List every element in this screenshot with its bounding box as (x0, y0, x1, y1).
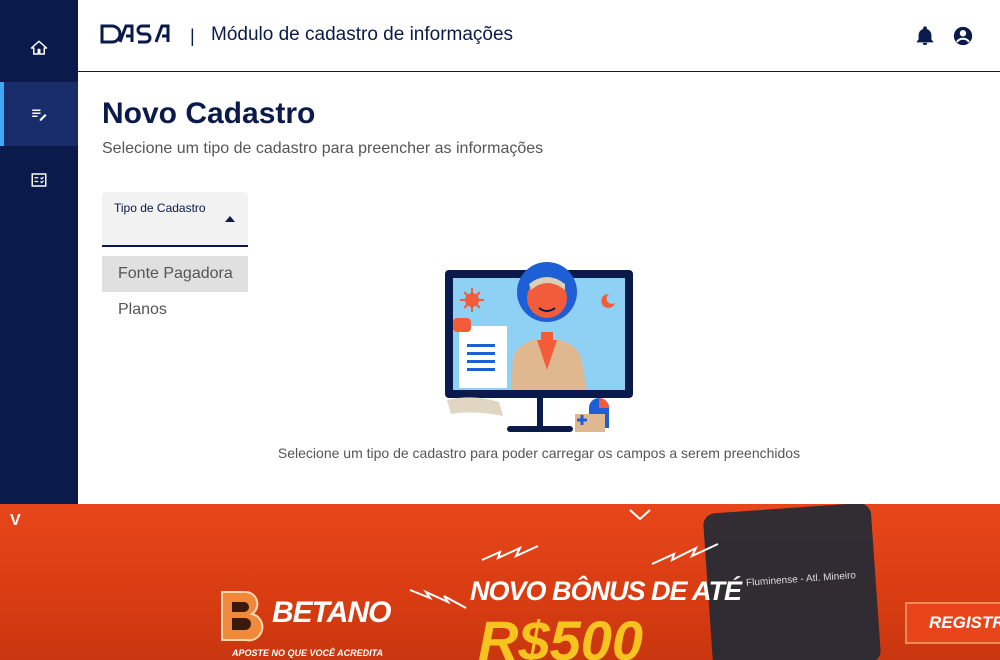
dasa-logo (100, 24, 170, 44)
edit-list-icon (32, 109, 47, 121)
sidebar-item-new-register[interactable] (0, 82, 78, 146)
ad-register-button[interactable]: REGISTRE (905, 602, 1000, 644)
bell-icon[interactable] (914, 25, 936, 47)
ad-banner[interactable]: V Fluminense - Atl. Mineiro BETANO APOST… (0, 504, 1000, 660)
home-icon (30, 40, 48, 55)
ad-headline: NOVO BÔNUS DE ATÉ (470, 576, 742, 606)
account-icon[interactable] (952, 25, 974, 47)
betano-logo-icon (221, 591, 264, 642)
option-fonte-pagadora[interactable]: Fonte Pagadora (102, 256, 248, 292)
sidebar (0, 0, 78, 504)
sidebar-item-registers[interactable] (0, 148, 78, 212)
ad-amount: R$500 (478, 609, 644, 660)
lightning-icon (409, 589, 467, 609)
ad-badge: V (10, 512, 21, 529)
page-title: Novo Cadastro (102, 97, 316, 130)
page-subtitle: Selecione um tipo de cadastro para preen… (102, 140, 544, 157)
lightning-icon (651, 543, 719, 565)
empty-state-hint: Selecione um tipo de cadastro para poder… (277, 445, 801, 461)
checklist-icon (31, 173, 47, 187)
chevron-down-icon[interactable] (628, 506, 652, 522)
top-bar: | Módulo de cadastro de informações (78, 0, 1000, 72)
lightning-icon (481, 545, 539, 561)
option-planos[interactable]: Planos (102, 292, 248, 328)
select-label: Tipo de Cadastro (114, 201, 206, 215)
main-content: Novo Cadastro Selecione um tipo de cadas… (78, 72, 1000, 504)
header-separator: | (190, 26, 195, 46)
register-type-select[interactable]: Tipo de Cadastro (102, 192, 248, 247)
caret-up-icon (225, 216, 235, 222)
form-illustration (445, 262, 633, 432)
ad-brand: BETANO (272, 596, 391, 629)
sidebar-item-home[interactable] (0, 16, 78, 80)
app-title: Módulo de cadastro de informações (211, 24, 514, 45)
register-type-dropdown: Fonte Pagadora Planos (102, 256, 248, 328)
ad-tagline: APOSTE NO QUE VOCÊ ACREDITA (232, 648, 384, 658)
